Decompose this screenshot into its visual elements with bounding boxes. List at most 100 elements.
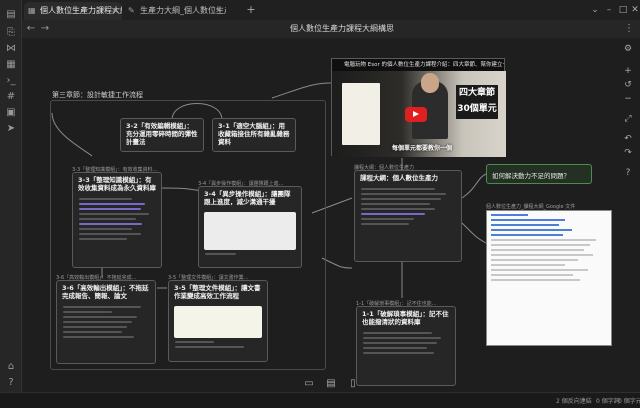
text-line [63, 316, 137, 318]
back-icon[interactable]: ← [24, 22, 38, 36]
doc-line [491, 279, 581, 281]
document-tab-icon: ✎ [128, 6, 135, 15]
text-line [79, 233, 141, 235]
video-caption: 每個單元都要教你一個 [392, 145, 453, 152]
play-icon[interactable] [405, 107, 427, 122]
text-line [361, 193, 446, 195]
presenter-head [421, 73, 439, 93]
group-title[interactable]: 第三章節：設計敏捷工作流程 [52, 90, 143, 100]
edge-31-video [271, 82, 332, 99]
text-line [63, 311, 112, 313]
fit-icon[interactable]: ⤢ [620, 112, 636, 126]
redo-icon[interactable]: ↷ [620, 146, 636, 160]
doc-line [491, 259, 578, 261]
canvas-icon[interactable]: ▦ [4, 58, 18, 72]
embedded-image[interactable] [204, 212, 296, 250]
backlinks-count[interactable]: 2 個反向連結 [556, 396, 592, 405]
page-title[interactable]: 個人數位生產力課程大綱構思 [242, 23, 442, 34]
card-title: 3-3「整理知識模組」：有效收集資料成為永久資料庫 [78, 176, 156, 192]
card-1-1[interactable]: 1-1「破解瑣事模組」：記不住也能撥清狀的資料庫 [356, 306, 456, 386]
card-3-1[interactable]: 3-1「適空大腦組」：用收藏箱接住所有雜亂雜務資料 [212, 118, 296, 152]
question-card[interactable]: 如何解決動力不足的問題？ [486, 164, 592, 184]
zoom-in-icon[interactable]: + [620, 64, 636, 78]
app-window: ▤ ⎘ ⋈ ▦ ›_ # ▣ ➤ ⌂ ? ⚙ ▦ 個人數位生產力課程大綱構思 ✕… [0, 0, 640, 408]
video-banner: 四大章節 30個單元 [456, 85, 498, 119]
link-line [79, 203, 145, 205]
card-3-4[interactable]: 3-4「異步操作模組」：讓團隊跟上進度，減少溝通干擾 [198, 186, 302, 268]
card-title: 課程大綱：個人數位生產力 [360, 174, 438, 182]
text-line [79, 228, 132, 230]
help-icon[interactable]: ? [620, 166, 636, 180]
text-line [361, 218, 414, 220]
card-title: 3-6「高效輸出模組」：不拖延完成報告、簡報、論文 [62, 284, 149, 300]
new-file-icon[interactable]: ▯ [346, 376, 360, 392]
text-line [205, 253, 236, 255]
reset-zoom-icon[interactable]: ↺ [620, 78, 636, 92]
text-line [79, 198, 132, 200]
doc-line [491, 214, 529, 216]
text-line [361, 198, 441, 200]
left-ribbon: ▤ ⎘ ⋈ ▦ ›_ # ▣ ➤ ⌂ ? ⚙ [0, 0, 22, 408]
youtube-embed[interactable]: 電腦玩物 Esor 的個人數位生產力課程介紹：四大章節、幫你建立一套數位時代工作… [331, 58, 506, 157]
close-icon[interactable]: ✕ [111, 2, 118, 20]
minimize-icon[interactable]: – [602, 3, 616, 17]
card-title: 3-4「異步操作模組」：讓團隊跟上進度，減少溝通干擾 [204, 190, 291, 206]
text-line [175, 341, 215, 343]
tab-label: 生產力大綱_個人數位生產力 [140, 6, 226, 15]
canvas-area[interactable]: 第三章節：設計敏捷工作流程 3-2「有效編輯模組」：充分運用零碎時間的彈性計畫法… [22, 38, 640, 392]
doc-line [491, 244, 591, 246]
text-line [361, 188, 436, 190]
file-icon[interactable]: ⎘ [4, 26, 18, 40]
more-options-icon[interactable]: ⋮ [622, 22, 636, 36]
graph-icon[interactable]: ⋈ [4, 42, 18, 56]
doc-line [491, 254, 593, 256]
google-doc-embed[interactable] [486, 210, 612, 346]
link-line [79, 223, 143, 225]
doc-line [491, 219, 566, 221]
settings-icon[interactable]: ⚙ [620, 42, 636, 56]
doc-line [491, 274, 573, 276]
doc-line [491, 224, 560, 226]
canvas-add-toolbar: ▭ ▤ ▯ [302, 376, 380, 392]
text-line [63, 321, 132, 323]
help-circle-icon[interactable]: ? [4, 376, 18, 390]
edge-main-question [461, 173, 487, 199]
zoom-out-icon[interactable]: − [620, 92, 636, 106]
tab-label: 個人數位生產力課程大綱構思 [40, 6, 122, 15]
new-card-icon[interactable]: ▭ [302, 376, 316, 392]
card-3-3[interactable]: 3-3「整理知識模組」：有效收集資料成為永久資料庫 [72, 172, 162, 268]
send-icon[interactable]: ➤ [4, 122, 18, 136]
new-tab-button[interactable]: + [244, 2, 258, 18]
doc-line [491, 239, 597, 241]
close-icon[interactable]: ✕ [215, 2, 222, 20]
card-title: 3-5「整理文件模組」：讓文書作業變成高效工作流程 [174, 284, 261, 300]
doc-line [491, 249, 584, 251]
text-line [363, 337, 442, 339]
doc-line [491, 234, 563, 236]
tag-icon[interactable]: # [4, 90, 18, 104]
card-course-outline[interactable]: 課程大綱：個人數位生產力 [354, 170, 462, 262]
calendar-icon[interactable]: ▣ [4, 106, 18, 120]
doc-line [491, 229, 572, 231]
card-3-5[interactable]: 3-5「整理文件模組」：讓文書作業變成高效工作流程 [168, 280, 268, 362]
tab-canvas[interactable]: ▦ 個人數位生產力課程大綱構思 ✕ [24, 2, 122, 20]
undo-icon[interactable]: ↶ [620, 132, 636, 146]
sidebar-toggle-icon[interactable]: ▤ [4, 8, 18, 22]
text-line [79, 218, 137, 220]
text-line [363, 342, 437, 344]
text-line [175, 346, 244, 348]
video-thumbnail: 四大章節 30個單元 每個單元都要教你一個 [332, 71, 506, 157]
card-3-6[interactable]: 3-6「高效輸出模組」：不拖延完成報告、簡報、論文 [56, 280, 156, 364]
command-icon[interactable]: ›_ [4, 74, 18, 88]
tab-outline[interactable]: ✎ 生產力大綱_個人數位生產力 ✕ [124, 2, 226, 20]
forward-icon[interactable]: → [38, 22, 52, 36]
vault-icon[interactable]: ⌂ [4, 360, 18, 374]
embedded-image[interactable] [174, 306, 262, 338]
card-title: 1-1「破解瑣事模組」：記不住也能撥清狀的資料庫 [362, 310, 449, 326]
text-line [363, 347, 427, 349]
tab-list-icon[interactable]: ⌄ [588, 3, 602, 17]
window-close-icon[interactable]: ✕ [628, 3, 640, 17]
new-note-icon[interactable]: ▤ [324, 376, 338, 392]
video-title: 電腦玩物 Esor 的個人數位生產力課程介紹：四大章節、幫你建立一套數位時代工作… [332, 59, 504, 71]
card-3-2[interactable]: 3-2「有效編輯模組」：充分運用零碎時間的彈性計畫法 [120, 118, 204, 152]
